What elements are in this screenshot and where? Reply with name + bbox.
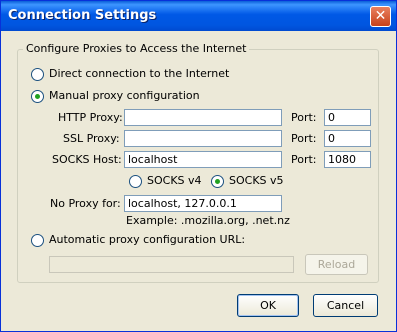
direct-connection-radio[interactable] xyxy=(31,68,44,81)
http-proxy-input[interactable] xyxy=(124,109,282,126)
socks-port-label: Port: xyxy=(291,153,317,166)
socks-v4-radio[interactable] xyxy=(129,175,142,188)
ssl-proxy-label: SSL Proxy: xyxy=(63,132,120,145)
close-icon: ✕ xyxy=(374,8,387,24)
http-port-label: Port: xyxy=(291,111,317,124)
proxy-group-legend: Configure Proxies to Access the Internet xyxy=(23,42,250,55)
auto-config-radio[interactable] xyxy=(31,234,44,247)
no-proxy-example: Example: .mozilla.org, .net.nz xyxy=(126,214,290,227)
socks-v4-label[interactable]: SOCKS v4 xyxy=(147,174,202,187)
socks-host-label: SOCKS Host: xyxy=(52,153,122,166)
direct-connection-label[interactable]: Direct connection to the Internet xyxy=(49,67,229,80)
cancel-button[interactable]: Cancel xyxy=(313,294,378,317)
no-proxy-label: No Proxy for: xyxy=(50,197,121,210)
http-proxy-label: HTTP Proxy: xyxy=(58,111,123,124)
dialog-title: Connection Settings xyxy=(8,8,157,23)
no-proxy-input[interactable]: localhost, 127.0.0.1 xyxy=(124,195,282,212)
socks-v5-label[interactable]: SOCKS v5 xyxy=(229,174,284,187)
manual-proxy-label[interactable]: Manual proxy configuration xyxy=(49,89,200,102)
socks-host-input[interactable]: localhost xyxy=(124,151,282,168)
ssl-proxy-input[interactable] xyxy=(124,130,282,147)
socks-port-input[interactable]: 1080 xyxy=(324,151,371,168)
title-bar: Connection Settings ✕ xyxy=(1,1,396,31)
connection-settings-dialog: Connection Settings ✕ Configure Proxies … xyxy=(0,0,397,332)
ssl-port-label: Port: xyxy=(291,132,317,145)
reload-button[interactable]: Reload xyxy=(305,254,368,275)
auto-config-url-input[interactable] xyxy=(49,256,294,273)
ok-button[interactable]: OK xyxy=(237,294,299,317)
manual-proxy-radio[interactable] xyxy=(31,90,44,103)
ssl-port-input[interactable]: 0 xyxy=(324,130,371,147)
http-port-input[interactable]: 0 xyxy=(324,109,371,126)
socks-v5-radio[interactable] xyxy=(211,175,224,188)
close-button[interactable]: ✕ xyxy=(370,6,391,27)
auto-config-label[interactable]: Automatic proxy configuration URL: xyxy=(49,233,245,246)
